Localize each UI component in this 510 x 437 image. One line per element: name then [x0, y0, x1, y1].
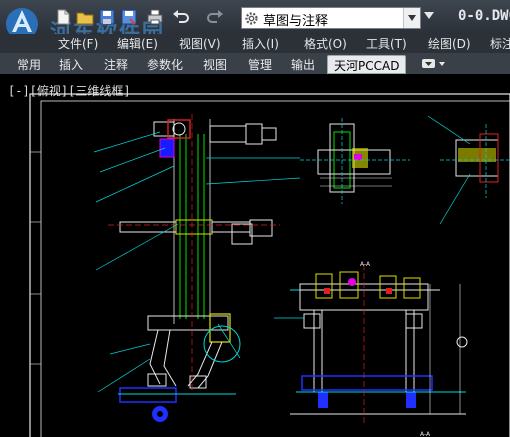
save-as-icon[interactable] — [120, 9, 138, 25]
redo-icon[interactable] — [206, 9, 224, 25]
tab-view[interactable]: 视图 — [203, 56, 227, 73]
print-icon[interactable] — [146, 9, 164, 25]
workspace-label: 草图与注释 — [263, 14, 329, 29]
tab-annotate[interactable]: 注释 — [104, 56, 128, 73]
workspace-dropdown[interactable]: 草图与注释 — [241, 7, 421, 29]
cad-drawing: A-A A-A — [29, 93, 510, 437]
ribbon-toggle-icon[interactable] — [421, 57, 447, 70]
tab-manage[interactable]: 管理 — [248, 56, 272, 73]
customize-toolbar-icon[interactable] — [424, 12, 434, 20]
menu-draw[interactable]: 绘图(D) — [428, 35, 471, 52]
menu-format[interactable]: 格式(O) — [304, 35, 347, 52]
detail-view-right — [427, 115, 510, 225]
drawing-frame — [29, 93, 510, 437]
detail-view-middle — [300, 118, 410, 204]
gear-icon — [245, 12, 258, 25]
autocad-window: 河东软件园 草图与注释 0-0.DW 文件(F) 编辑(E) 视图(V) 插入(… — [0, 0, 510, 437]
tab-output[interactable]: 输出 — [291, 56, 315, 73]
undo-icon[interactable] — [172, 9, 190, 25]
new-file-icon[interactable] — [54, 9, 72, 25]
menu-tools[interactable]: 工具(T) — [366, 35, 407, 52]
drawing-title: 0-0.DWG — [458, 8, 510, 24]
menu-view[interactable]: 视图(V) — [179, 35, 221, 52]
chevron-down-icon[interactable] — [403, 8, 420, 28]
save-icon[interactable] — [98, 9, 116, 25]
tab-parametric[interactable]: 参数化 — [147, 56, 183, 73]
menu-file[interactable]: 文件(F) — [58, 35, 98, 52]
menu-edit[interactable]: 编辑(E) — [117, 35, 158, 52]
quick-access-toolbar: 河东软件园 草图与注释 0-0.DW — [0, 0, 510, 44]
open-file-icon[interactable] — [76, 9, 94, 25]
tab-home[interactable]: 常用 — [17, 56, 41, 73]
menu-insert[interactable]: 插入(I) — [242, 35, 279, 52]
menu-dimension[interactable]: 标注 — [490, 35, 510, 52]
section-label-bottom: A-A — [420, 431, 431, 437]
section-label-top: A-A — [360, 261, 371, 268]
tab-tianhe-pccad[interactable]: 天河PCCAD — [327, 55, 407, 74]
section-view — [274, 264, 468, 424]
tab-insert[interactable]: 插入 — [59, 56, 83, 73]
menu-bar: 文件(F) 编辑(E) 视图(V) 插入(I) 格式(O) 工具(T) 绘图(D… — [0, 34, 510, 53]
left-machine-view — [93, 114, 301, 422]
